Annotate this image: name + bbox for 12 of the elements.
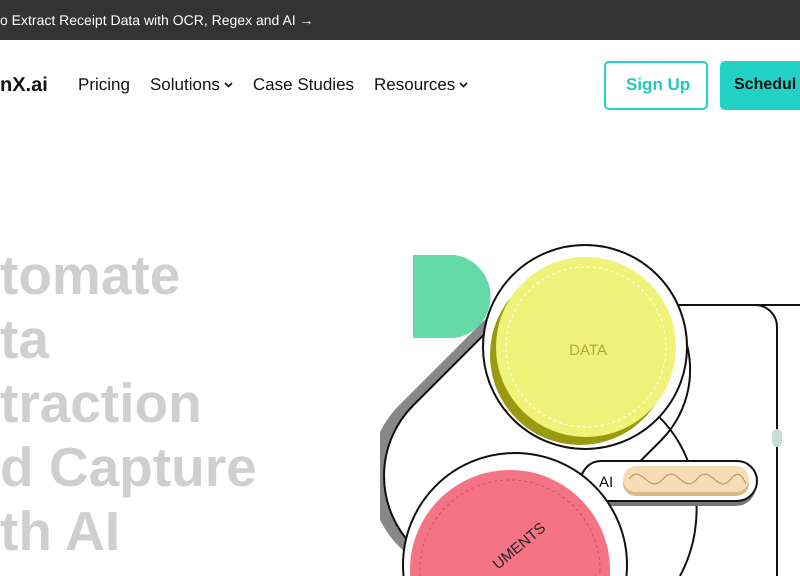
logo[interactable]: nX.ai	[0, 74, 78, 96]
schedule-button[interactable]: Schedul	[720, 60, 800, 110]
caret-icon	[459, 82, 468, 88]
nav-link[interactable]: Case Studies	[252, 75, 354, 95]
handle-icon	[772, 429, 782, 447]
nav-link[interactable]: Solutions	[150, 75, 233, 95]
announcement-text[interactable]: o Extract Receipt Data with OCR, Regex and AI →	[0, 12, 314, 28]
ai-label: AI	[599, 474, 614, 491]
nav-link[interactable]: Resources	[374, 75, 468, 95]
nav-link[interactable]: Pricing	[78, 75, 130, 95]
caret-icon	[224, 82, 233, 88]
data-label: DATA	[569, 342, 607, 359]
